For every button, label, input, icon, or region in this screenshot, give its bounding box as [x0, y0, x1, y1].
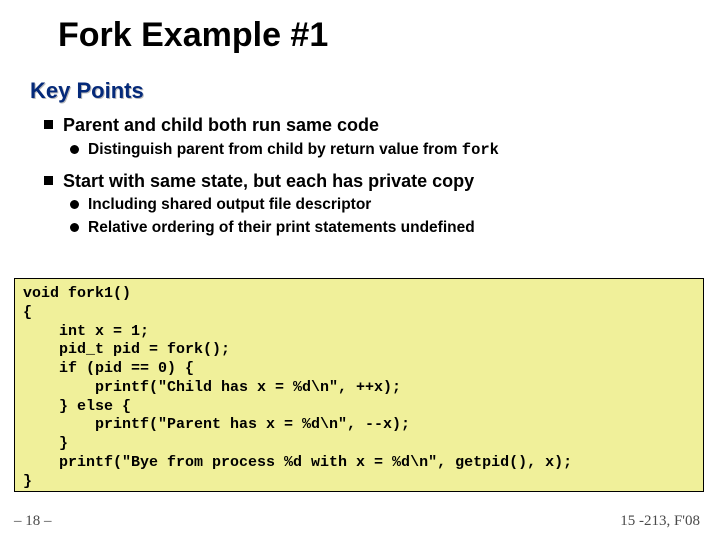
bullet-2-1: Including shared output file descriptor [70, 195, 694, 214]
circle-bullet-icon [70, 145, 79, 154]
bullet-1-1: Distinguish parent from child by return … [70, 140, 694, 160]
bullet-2-2-text: Relative ordering of their print stateme… [88, 218, 475, 237]
circle-bullet-icon [70, 200, 79, 209]
bullet-1-text: Parent and child both run same code [63, 114, 379, 137]
square-bullet-icon [44, 120, 53, 129]
code-block: void fork1() { int x = 1; pid_t pid = fo… [14, 278, 704, 492]
bullet-2-1-text: Including shared output file descriptor [88, 195, 371, 214]
bullet-2: Start with same state, but each has priv… [44, 170, 694, 193]
square-bullet-icon [44, 176, 53, 185]
bullet-1: Parent and child both run same code [44, 114, 694, 137]
bullet-2-2: Relative ordering of their print stateme… [70, 218, 694, 237]
bullet-1-1-text: Distinguish parent from child by return … [88, 140, 499, 160]
bullet-2-text: Start with same state, but each has priv… [63, 170, 474, 193]
course-id: 15 -213, F'08 [620, 513, 700, 530]
slide: Fork Example #1 Key Points Parent and ch… [0, 0, 720, 540]
page-number: – 18 – [14, 513, 52, 530]
circle-bullet-icon [70, 223, 79, 232]
bullet-list: Parent and child both run same code Dist… [44, 108, 694, 237]
bullet-1-1-prefix: Distinguish parent from child by return … [88, 141, 462, 158]
key-points-heading: Key Points [30, 78, 144, 104]
fork-keyword: fork [462, 141, 499, 159]
slide-title: Fork Example #1 [58, 16, 328, 55]
